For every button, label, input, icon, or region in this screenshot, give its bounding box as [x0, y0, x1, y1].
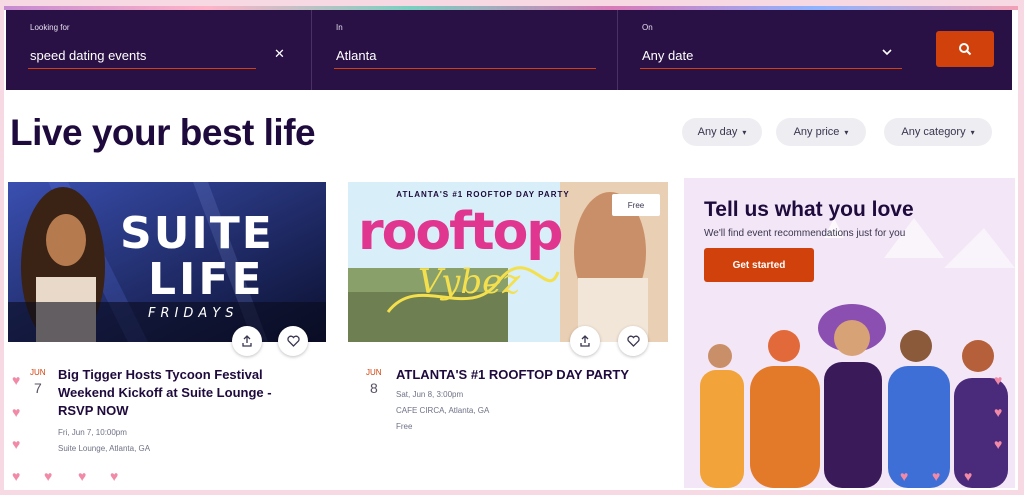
heart-icon[interactable] [618, 326, 648, 356]
date-label: On [642, 23, 653, 32]
location-field[interactable]: In Atlanta [312, 10, 618, 90]
search-icon [959, 43, 972, 56]
heart-decoration-icon: ♥ [994, 436, 1003, 452]
page-title: Live your best life [10, 112, 316, 153]
event-day: 7 [34, 380, 42, 396]
event-image[interactable]: SUITE LIFE FRIDAYS [8, 182, 326, 342]
filter-any-price[interactable]: Any price ▾ [776, 118, 866, 146]
event-month: JUN [366, 368, 382, 377]
filter-label: Any day [697, 126, 738, 138]
heart-decoration-icon: ♥ [110, 468, 119, 484]
promo-title: Tell us what you love [704, 198, 914, 221]
event-image-text: ATLANTA'S #1 ROOFTOP DAY PARTY [396, 190, 570, 199]
location-label: In [336, 23, 343, 32]
looking-for-input[interactable]: speed dating events [30, 48, 146, 63]
filter-any-day[interactable]: Any day ▾ [682, 118, 762, 146]
filter-label: Any category [901, 126, 966, 138]
location-input[interactable]: Atlanta [336, 48, 376, 63]
event-image-text: Vybez [418, 262, 521, 302]
date-field[interactable]: On Any date [618, 10, 1012, 90]
event-title-line: Weekend Kickoff at Suite Lounge - [58, 385, 272, 400]
looking-for-underline [28, 68, 256, 69]
close-icon[interactable]: ✕ [274, 46, 285, 62]
event-datetime: Sat, Jun 8, 3:00pm [396, 390, 464, 399]
filter-any-category[interactable]: Any category ▾ [884, 118, 992, 146]
event-datetime: Fri, Jun 7, 10:00pm [58, 428, 127, 437]
heart-decoration-icon: ♥ [964, 468, 973, 484]
chevron-down-icon: ▾ [742, 127, 747, 137]
browser-frame: Looking for speed dating events ✕ In Atl… [4, 6, 1018, 490]
heart-decoration-icon: ♥ [900, 468, 909, 484]
event-month: JUN [30, 368, 46, 377]
people-illustration [700, 218, 1015, 488]
share-icon[interactable] [570, 326, 600, 356]
share-icon[interactable] [232, 326, 262, 356]
date-select[interactable]: Any date [642, 48, 693, 63]
event-title[interactable]: ATLANTA'S #1 ROOFTOP DAY PARTY [396, 366, 656, 384]
event-image-text: LIFE [148, 254, 265, 305]
heart-decoration-icon: ♥ [12, 468, 21, 484]
event-title[interactable]: Big Tigger Hosts Tycoon Festival Weekend… [58, 366, 298, 420]
filter-label: Any price [793, 126, 840, 138]
promo-subtitle: We'll find event recommendations just fo… [704, 228, 906, 239]
heart-decoration-icon: ♥ [78, 468, 87, 484]
search-button[interactable] [936, 31, 994, 67]
heart-decoration-icon: ♥ [12, 436, 21, 452]
heart-decoration-icon: ♥ [12, 372, 21, 388]
heart-decoration-icon: ♥ [994, 372, 1003, 388]
event-price: Free [396, 422, 413, 431]
event-image[interactable]: ATLANTA'S #1 ROOFTOP DAY PARTY rooftop V… [348, 182, 668, 342]
search-bar: Looking for speed dating events ✕ In Atl… [6, 10, 1012, 90]
event-image-text: SUITE [120, 208, 274, 259]
recommendation-promo: Tell us what you love We'll find event r… [684, 178, 1015, 488]
event-image-text: rooftop [358, 202, 564, 262]
event-day: 8 [370, 380, 378, 396]
date-underline [640, 68, 902, 69]
heart-decoration-icon: ♥ [12, 404, 21, 420]
chevron-down-icon[interactable] [882, 48, 892, 59]
event-title-line: RSVP NOW [58, 403, 129, 418]
looking-for-label: Looking for [30, 23, 70, 32]
heart-icon[interactable] [278, 326, 308, 356]
get-started-button[interactable]: Get started [704, 248, 814, 282]
event-title-line: Big Tigger Hosts Tycoon Festival [58, 367, 263, 382]
event-image-text: FRIDAYS [148, 306, 239, 321]
heart-decoration-icon: ♥ [994, 404, 1003, 420]
chevron-down-icon: ▾ [844, 127, 849, 137]
heart-decoration-icon: ♥ [44, 468, 53, 484]
looking-for-field[interactable]: Looking for speed dating events ✕ [6, 10, 312, 90]
heart-decoration-icon: ♥ [932, 468, 941, 484]
event-venue: Suite Lounge, Atlanta, GA [58, 444, 151, 453]
chevron-down-icon: ▾ [970, 127, 975, 137]
location-underline [334, 68, 596, 69]
price-badge: Free [612, 194, 660, 216]
event-venue: CAFE CIRCA, Atlanta, GA [396, 406, 490, 415]
event-title-line: ATLANTA'S #1 ROOFTOP DAY PARTY [396, 367, 630, 382]
